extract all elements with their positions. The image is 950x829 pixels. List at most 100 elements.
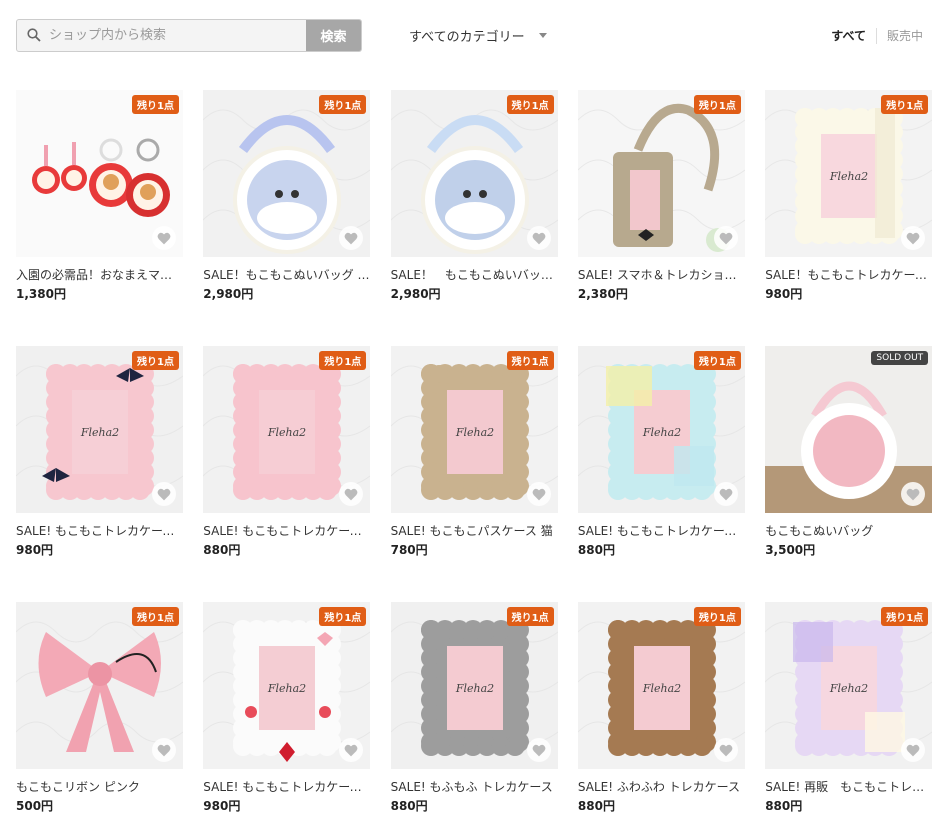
product-card[interactable]: 残り1点 SALE! スマホ＆トレカショル… 2,380円	[577, 90, 745, 302]
product-image[interactable]: Fleha2 残り1点	[577, 602, 745, 769]
product-card[interactable]: Fleha2 残り1点 SALE! もこもこトレカケース… 980円	[16, 346, 183, 558]
product-price: 880円	[577, 799, 615, 813]
search-icon	[17, 20, 47, 51]
product-image[interactable]: Fleha2 残り1点	[765, 602, 933, 769]
product-card[interactable]: 残り1点 入園の必需品！おなまえマー… 1,380円	[16, 90, 183, 302]
product-price: 880円	[390, 799, 428, 813]
product-image[interactable]: Fleha2 残り1点	[577, 346, 745, 513]
heart-icon[interactable]	[901, 482, 926, 506]
product-price: 880円	[577, 543, 615, 557]
search-bar: 検索	[16, 19, 362, 52]
product-price: 880円	[765, 799, 803, 813]
product-title[interactable]: SALE! もこもこトレカケース …	[203, 522, 370, 539]
product-price: 3,500円	[765, 543, 816, 557]
product-card[interactable]: Fleha2 残り1点 SALE! もこもこトレカケース … 880円	[203, 346, 371, 558]
product-title[interactable]: SALE! もこもこトレカケース …	[203, 778, 370, 795]
product-title[interactable]: 入園の必需品！おなまえマー…	[16, 266, 183, 283]
stock-badge: 残り1点	[506, 607, 554, 626]
product-image[interactable]: 残り1点	[16, 90, 183, 257]
product-title[interactable]: SALE！ もこもこぬいバッグ …	[391, 266, 558, 283]
stock-badge: 残り1点	[132, 95, 179, 114]
product-price: 980円	[765, 287, 803, 301]
product-image[interactable]: Fleha2 残り1点	[390, 346, 558, 513]
heart-icon[interactable]	[901, 738, 926, 762]
product-price: 980円	[203, 799, 241, 813]
heart-icon[interactable]	[901, 226, 926, 250]
product-image[interactable]: 残り1点	[390, 90, 558, 257]
heart-icon[interactable]	[713, 482, 738, 506]
product-image[interactable]: 残り1点	[203, 90, 371, 257]
stock-badge: 残り1点	[693, 351, 741, 370]
product-card[interactable]: Fleha2 残り1点 SALE! 再販 もこもこトレカ… 880円	[765, 602, 933, 814]
svg-text:Fleha2: Fleha2	[267, 682, 306, 695]
product-card[interactable]: Fleha2 残り1点 SALE! もこもこパスケース 猫 780円	[390, 346, 558, 558]
product-card[interactable]: SOLD OUT もこもこぬいバッグ 3,500円	[765, 346, 933, 558]
filter-all[interactable]: すべて	[831, 27, 876, 44]
product-card[interactable]: Fleha2 残り1点 SALE！もこもこトレカケース… 980円	[765, 90, 933, 302]
product-title[interactable]: もこもこリボン ピンク	[16, 778, 183, 795]
product-title[interactable]: SALE! もこもこパスケース 猫	[391, 522, 558, 539]
heart-icon[interactable]	[152, 226, 176, 250]
shop-header: 検索 すべてのカテゴリー すべて 販売中	[0, 0, 950, 70]
heart-icon[interactable]	[526, 738, 551, 762]
heart-icon[interactable]	[713, 226, 738, 250]
heart-icon[interactable]	[152, 738, 176, 762]
product-image[interactable]: Fleha2 残り1点	[203, 346, 371, 513]
svg-text:Fleha2: Fleha2	[642, 682, 681, 695]
category-dropdown[interactable]: すべてのカテゴリー	[409, 26, 547, 45]
product-card[interactable]: 残り1点 SALE！ もこもこぬいバッグ … 2,980円	[390, 90, 558, 302]
product-title[interactable]: SALE! もこもこトレカケース …	[578, 522, 745, 539]
product-image[interactable]: Fleha2 残り1点	[16, 346, 183, 513]
svg-text:Fleha2: Fleha2	[454, 426, 493, 439]
stock-badge: 残り1点	[693, 95, 741, 114]
product-price: 980円	[16, 543, 54, 557]
filter-divider	[875, 27, 877, 44]
product-card[interactable]: Fleha2 残り1点 SALE! もふもふ トレカケース 880円	[390, 602, 558, 814]
status-filter: すべて 販売中	[831, 27, 923, 44]
product-title[interactable]: SALE！もこもこぬいバッグ ミ…	[203, 266, 370, 283]
product-price: 2,980円	[390, 287, 441, 301]
stock-badge: 残り1点	[132, 351, 179, 370]
stock-badge: SOLD OUT	[871, 351, 929, 365]
product-image[interactable]: 残り1点	[16, 602, 183, 769]
product-image[interactable]: Fleha2 残り1点	[390, 602, 558, 769]
product-card[interactable]: Fleha2 残り1点 SALE! もこもこトレカケース … 980円	[203, 602, 371, 814]
filter-on-sale[interactable]: 販売中	[887, 27, 923, 44]
product-title[interactable]: SALE! 再販 もこもこトレカ…	[765, 778, 932, 795]
product-image[interactable]: Fleha2 残り1点	[203, 602, 371, 769]
product-image[interactable]: 残り1点	[577, 90, 745, 257]
caret-down-icon	[538, 33, 547, 38]
stock-badge: 残り1点	[881, 607, 929, 626]
product-title[interactable]: SALE！もこもこトレカケース…	[765, 266, 932, 283]
product-price: 500円	[16, 799, 54, 813]
category-label: すべてのカテゴリー	[409, 30, 525, 45]
product-card[interactable]: Fleha2 残り1点 SALE! ふわふわ トレカケース 880円	[577, 602, 745, 814]
product-price: 780円	[390, 543, 428, 557]
product-title[interactable]: SALE! ふわふわ トレカケース	[578, 778, 745, 795]
search-input[interactable]	[47, 20, 306, 51]
heart-icon[interactable]	[152, 482, 176, 506]
stock-badge: 残り1点	[319, 607, 367, 626]
svg-text:Fleha2: Fleha2	[454, 682, 493, 695]
product-card[interactable]: 残り1点 SALE！もこもこぬいバッグ ミ… 2,980円	[203, 90, 371, 302]
product-image[interactable]: SOLD OUT	[765, 346, 933, 513]
product-card[interactable]: Fleha2 残り1点 SALE! もこもこトレカケース … 880円	[577, 346, 745, 558]
stock-badge: 残り1点	[506, 351, 554, 370]
heart-icon[interactable]	[713, 738, 738, 762]
product-card[interactable]: 残り1点 もこもこリボン ピンク 500円	[16, 602, 183, 814]
stock-badge: 残り1点	[319, 351, 367, 370]
svg-text:Fleha2: Fleha2	[267, 426, 306, 439]
heart-icon[interactable]	[526, 482, 551, 506]
stock-badge: 残り1点	[881, 95, 929, 114]
heart-icon[interactable]	[526, 226, 551, 250]
product-title[interactable]: SALE! もふもふ トレカケース	[391, 778, 558, 795]
svg-text:Fleha2: Fleha2	[642, 426, 681, 439]
product-image[interactable]: Fleha2 残り1点	[765, 90, 933, 257]
product-price: 1,380円	[16, 287, 66, 301]
product-title[interactable]: SALE! スマホ＆トレカショル…	[578, 266, 745, 283]
product-title[interactable]: SALE! もこもこトレカケース…	[16, 522, 183, 539]
product-price: 2,380円	[577, 287, 628, 301]
svg-text:Fleha2: Fleha2	[80, 426, 119, 439]
product-title[interactable]: もこもこぬいバッグ	[765, 522, 932, 539]
search-button[interactable]: 検索	[306, 20, 361, 51]
